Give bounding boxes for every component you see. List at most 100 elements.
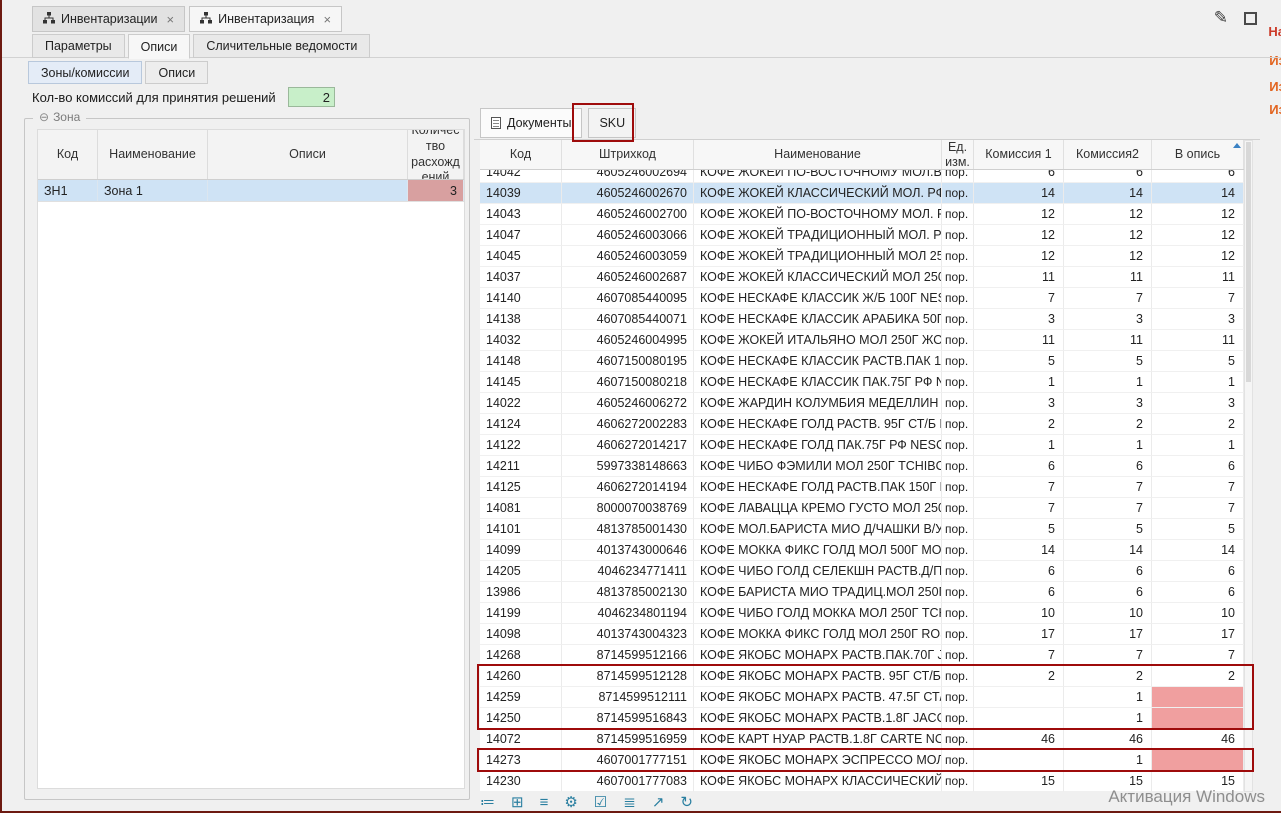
fullscreen-icon[interactable] xyxy=(1244,12,1257,25)
cell-k1: 6 xyxy=(974,456,1064,477)
table-row-partial[interactable]: 140424605246002694КОФЕ ЖОКЕЙ ПО-ВОСТОЧНО… xyxy=(480,170,1244,183)
table-row[interactable]: 140994013743000646КОФЕ МОККА ФИКС ГОЛД М… xyxy=(480,540,1244,561)
cell-code: 14101 xyxy=(480,519,562,540)
column-header-commission1[interactable]: Комиссия 1 xyxy=(974,140,1064,169)
commission-count-input[interactable]: 2 xyxy=(288,87,335,107)
cell-name: КОФЕ ЛАВАЦЦА КРЕМО ГУСТО МОЛ 250Г LA xyxy=(694,498,942,519)
hierarchy-icon xyxy=(43,12,55,27)
table-row[interactable]: 142054046234771411КОФЕ ЧИБО ГОЛД СЕЛЕКШН… xyxy=(480,561,1244,582)
table-row[interactable]: 140454605246003059КОФЕ ЖОКЕЙ ТРАДИЦИОННЫ… xyxy=(480,246,1244,267)
cell-k2: 14 xyxy=(1064,183,1152,204)
cell-barcode: 4607150080218 xyxy=(562,372,694,393)
cell-unit: пор. xyxy=(942,477,974,498)
checklist-icon[interactable]: ☑ xyxy=(594,795,607,810)
table-row[interactable]: 141994046234801194КОФЕ ЧИБО ГОЛД МОККА М… xyxy=(480,603,1244,624)
column-header-v-opis[interactable]: В опись xyxy=(1152,140,1244,169)
sort-indicator-icon[interactable] xyxy=(1233,143,1241,148)
cell-unit: пор. xyxy=(942,309,974,330)
cell-k2: 7 xyxy=(1064,288,1152,309)
table-row[interactable]: 142608714599512128КОФЕ ЯКОБС МОНАРХ РАСТ… xyxy=(480,666,1244,687)
sku-table-header: Код Штрихкод Наименование Ед. изм. Комис… xyxy=(480,140,1244,170)
scrollbar-thumb[interactable] xyxy=(1246,142,1251,382)
column-header-code[interactable]: Код xyxy=(480,140,562,169)
cell-code: 14047 xyxy=(480,225,562,246)
table-row[interactable]: 141484607150080195КОФЕ НЕСКАФЕ КЛАССИК Р… xyxy=(480,351,1244,372)
tab-slichitelnye-vedomosti[interactable]: Сличительные ведомости xyxy=(193,34,370,58)
cell-barcode: 4607085440071 xyxy=(562,309,694,330)
tab-zony-komissii[interactable]: Зоны/комиссии xyxy=(28,61,142,84)
tab-opisi-inner[interactable]: Описи xyxy=(145,61,208,84)
cell-unit: пор. xyxy=(942,183,974,204)
subtab-bar: Параметры Описи Сличительные ведомости xyxy=(2,34,1281,58)
edit-pencil-icon[interactable]: ✎ xyxy=(1214,8,1228,28)
column-header-opisi[interactable]: Описи xyxy=(208,130,408,179)
zone-row[interactable]: ЗН1 Зона 1 3 xyxy=(38,180,464,202)
tab-sku[interactable]: SKU xyxy=(588,108,636,138)
cell-k1 xyxy=(974,750,1064,771)
table-row[interactable]: 141404607085440095КОФЕ НЕСКАФЕ КЛАССИК Ж… xyxy=(480,288,1244,309)
column-header-barcode[interactable]: Штрихкод xyxy=(562,140,694,169)
tab-label: Документы xyxy=(507,116,571,130)
table-row[interactable]: 142688714599512166КОФЕ ЯКОБС МОНАРХ РАСТ… xyxy=(480,645,1244,666)
filter-lines-icon[interactable]: ≣ xyxy=(623,795,636,810)
cell-barcode: 4046234801194 xyxy=(562,603,694,624)
column-header-discrepancy-count[interactable]: Количество расхождений xyxy=(408,130,464,179)
sort-lines-icon[interactable]: ≡ xyxy=(540,795,549,810)
cell-k1: 1 xyxy=(974,435,1064,456)
column-header-name[interactable]: Наименование xyxy=(98,130,208,179)
close-tab-icon[interactable]: × xyxy=(323,12,331,27)
cell-code: 14081 xyxy=(480,498,562,519)
numbered-list-icon[interactable]: ≔ xyxy=(480,795,495,810)
table-row[interactable]: 140434605246002700КОФЕ ЖОКЕЙ ПО-ВОСТОЧНО… xyxy=(480,204,1244,225)
tab-opisi[interactable]: Описи xyxy=(128,34,191,59)
settings-gear-icon[interactable]: ⚙ xyxy=(564,795,577,810)
table-row[interactable]: 140474605246003066КОФЕ ЖОКЕЙ ТРАДИЦИОННЫ… xyxy=(480,225,1244,246)
table-row[interactable]: 140394605246002670КОФЕ ЖОКЕЙ КЛАССИЧЕСКИ… xyxy=(480,183,1244,204)
cell-barcode: 4605246002700 xyxy=(562,204,694,225)
vertical-scrollbar[interactable] xyxy=(1244,140,1253,792)
table-row[interactable]: 139864813785002130КОФЕ БАРИСТА МИО ТРАДИ… xyxy=(480,582,1244,603)
table-row[interactable]: 142734607001777151КОФЕ ЯКОБС МОНАРХ ЭСПР… xyxy=(480,750,1244,771)
column-header-code[interactable]: Код xyxy=(38,130,98,179)
table-row[interactable]: 140728714599516959КОФЕ КАРТ НУАР РАСТВ.1… xyxy=(480,729,1244,750)
zone-panel: ⊖ Зона Код Наименование Описи Количество… xyxy=(24,118,470,800)
cell-v: 1 xyxy=(1152,435,1244,456)
cell-v xyxy=(1152,750,1244,771)
table-row[interactable]: 140984013743004323КОФЕ МОККА ФИКС ГОЛД М… xyxy=(480,624,1244,645)
close-tab-icon[interactable]: × xyxy=(167,12,175,27)
table-row[interactable]: 141454607150080218КОФЕ НЕСКАФЕ КЛАССИК П… xyxy=(480,372,1244,393)
table-row[interactable]: 140324605246004995КОФЕ ЖОКЕЙ ИТАЛЬЯНО МО… xyxy=(480,330,1244,351)
table-row[interactable]: 140374605246002687КОФЕ ЖОКЕЙ КЛАССИЧЕСКИ… xyxy=(480,267,1244,288)
tab-dokumenty[interactable]: Документы xyxy=(480,108,582,138)
table-row[interactable]: 140424605246002694КОФЕ ЖОКЕЙ ПО-ВОСТОЧНО… xyxy=(480,170,1244,183)
table-row[interactable]: 141014813785001430КОФЕ МОЛ.БАРИСТА МИО Д… xyxy=(480,519,1244,540)
cell-name: КОФЕ ЖОКЕЙ КЛАССИЧЕСКИЙ МОЛ. РФ 100 xyxy=(694,183,942,204)
cell-v: 2 xyxy=(1152,666,1244,687)
cell-k1: 5 xyxy=(974,519,1064,540)
cell-v: 12 xyxy=(1152,246,1244,267)
cell-name: КОФЕ ЯКОБС МОНАРХ РАСТВ.1.8Г JACOBS (П xyxy=(694,708,942,729)
tab-parametry[interactable]: Параметры xyxy=(32,34,125,58)
table-row[interactable]: 141224606272014217КОФЕ НЕСКАФЕ ГОЛД ПАК.… xyxy=(480,435,1244,456)
tab-inventarizacii[interactable]: Инвентаризации × xyxy=(32,6,185,32)
export-icon[interactable]: ↗ xyxy=(652,795,665,810)
grid-view-icon[interactable]: ⊞ xyxy=(511,795,524,810)
collapse-icon[interactable]: ⊖ xyxy=(39,110,49,124)
table-row[interactable]: 142598714599512111КОФЕ ЯКОБС МОНАРХ РАСТ… xyxy=(480,687,1244,708)
column-header-unit[interactable]: Ед. изм. xyxy=(942,140,974,169)
table-row[interactable]: 141254606272014194КОФЕ НЕСКАФЕ ГОЛД РАСТ… xyxy=(480,477,1244,498)
tab-inventarizaciya[interactable]: Инвентаризация × xyxy=(189,6,342,32)
cell-code: 14022 xyxy=(480,393,562,414)
table-row[interactable]: 142115997338148663КОФЕ ЧИБО ФЭМИЛИ МОЛ 2… xyxy=(480,456,1244,477)
table-row[interactable]: 140224605246006272КОФЕ ЖАРДИН КОЛУМБИЯ М… xyxy=(480,393,1244,414)
cell-k2: 2 xyxy=(1064,666,1152,687)
table-row[interactable]: 141244606272002283КОФЕ НЕСКАФЕ ГОЛД РАСТ… xyxy=(480,414,1244,435)
column-header-name[interactable]: Наименование xyxy=(694,140,942,169)
table-row[interactable]: 141384607085440071КОФЕ НЕСКАФЕ КЛАССИК А… xyxy=(480,309,1244,330)
refresh-icon[interactable]: ↻ xyxy=(680,795,693,810)
table-row[interactable]: 140818000070038769КОФЕ ЛАВАЦЦА КРЕМО ГУС… xyxy=(480,498,1244,519)
table-row[interactable]: 142508714599516843КОФЕ ЯКОБС МОНАРХ РАСТ… xyxy=(480,708,1244,729)
column-header-commission2[interactable]: Комиссия2 xyxy=(1064,140,1152,169)
cell-unit: пор. xyxy=(942,372,974,393)
cell-barcode: 5997338148663 xyxy=(562,456,694,477)
